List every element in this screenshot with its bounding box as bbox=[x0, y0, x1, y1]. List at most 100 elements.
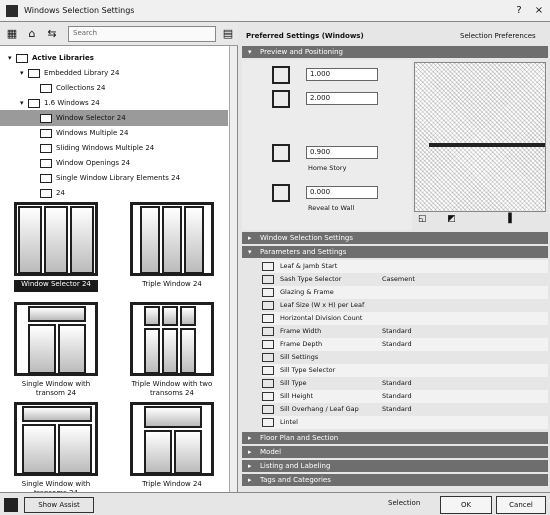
tree-item[interactable]: Single Window Library Elements 24 bbox=[0, 170, 228, 186]
library-icon[interactable]: ▦ bbox=[4, 26, 20, 42]
parameter-value[interactable]: Standard bbox=[382, 377, 412, 390]
selection-preferences-label: Selection Preferences bbox=[460, 32, 536, 40]
sill-field[interactable]: 0.900 bbox=[306, 146, 378, 159]
parameter-row[interactable]: Sill Type Standard bbox=[262, 377, 548, 390]
parameter-value[interactable]: Standard bbox=[382, 338, 412, 351]
thumbnail-label: Single Window with transom 24 bbox=[21, 380, 91, 397]
tree-item-label: 24 bbox=[56, 189, 65, 197]
parameter-row[interactable]: Horizontal Division Count bbox=[262, 312, 548, 325]
parameter-row[interactable]: Leaf Size (W x H) per Leaf bbox=[262, 299, 548, 312]
tree-item-label: Sliding Windows Multiple 24 bbox=[56, 144, 155, 152]
parameter-icon bbox=[262, 353, 274, 362]
parameter-value[interactable]: Standard bbox=[382, 390, 412, 403]
tree-scrollbar[interactable] bbox=[229, 46, 237, 198]
home-icon[interactable]: ⌂ bbox=[24, 26, 40, 42]
height-field[interactable]: 2.000 bbox=[306, 92, 378, 105]
tree-item-label: Collections 24 bbox=[56, 84, 106, 92]
parameter-row[interactable]: Leaf & Jamb Start bbox=[262, 260, 548, 273]
settings-section-header[interactable]: Model bbox=[242, 446, 548, 458]
settings-section-header[interactable]: Parameters and Settings bbox=[242, 246, 548, 258]
app-icon bbox=[6, 5, 18, 17]
tree-item[interactable]: Collections 24 bbox=[0, 80, 228, 96]
reveal-field[interactable]: 0.000 bbox=[306, 186, 378, 199]
thumbnail-label: Window Selector 24 bbox=[14, 280, 98, 292]
parameter-row[interactable]: Frame Depth Standard bbox=[262, 338, 548, 351]
tree-item[interactable]: ▾ Embedded Library 24 bbox=[0, 65, 228, 81]
settings-section-header[interactable]: Tags and Categories bbox=[242, 474, 548, 486]
parameter-value[interactable]: Standard bbox=[382, 403, 412, 416]
window-thumbnail[interactable]: Triple Window 24 bbox=[130, 402, 214, 489]
back-arrow-icon[interactable]: ⇆ bbox=[44, 26, 60, 42]
parameter-row[interactable]: Sill Overhang / Leaf Gap Standard bbox=[262, 403, 548, 416]
width-field[interactable]: 1.000 bbox=[306, 68, 378, 81]
expand-toggle-icon[interactable]: ▾ bbox=[20, 65, 28, 81]
mode-label: Selection bbox=[388, 499, 421, 507]
floor-label: Home Story bbox=[308, 164, 347, 172]
tree-item[interactable]: ▾ Active Libraries bbox=[0, 50, 228, 66]
tree-item-label: Embedded Library 24 bbox=[44, 69, 120, 77]
window-pane bbox=[162, 306, 178, 326]
cancel-button[interactable]: Cancel bbox=[496, 496, 546, 514]
folder-icon bbox=[16, 53, 28, 63]
parameter-icon bbox=[262, 366, 274, 375]
view-3d-icon[interactable]: ◩ bbox=[447, 214, 456, 224]
view-section-icon[interactable]: ▐ bbox=[505, 214, 512, 224]
tree-item[interactable]: ▾ 1.6 Windows 24 bbox=[0, 95, 228, 111]
window-thumbnail[interactable]: Single Window with transoms 24 bbox=[14, 402, 98, 498]
window-pane bbox=[184, 206, 204, 274]
parameter-name: Lintel bbox=[280, 418, 298, 426]
window-thumbnail[interactable]: Triple Window 24 bbox=[130, 202, 214, 289]
parameter-row[interactable]: Sill Height Standard bbox=[262, 390, 548, 403]
tree-item[interactable]: Windows Multiple 24 bbox=[0, 125, 228, 141]
settings-section-header[interactable]: Window Selection Settings bbox=[242, 232, 548, 244]
parameter-name: Glazing & Frame bbox=[280, 288, 334, 296]
parameter-row[interactable]: Lintel bbox=[262, 416, 548, 429]
folder-icon bbox=[40, 83, 52, 93]
parameter-row[interactable]: Glazing & Frame bbox=[262, 286, 548, 299]
settings-section-header[interactable]: Listing and Labeling bbox=[242, 460, 548, 472]
close-button[interactable]: × bbox=[532, 4, 546, 18]
window-preview-image bbox=[130, 202, 214, 276]
tree-item[interactable]: Sliding Windows Multiple 24 bbox=[0, 140, 228, 156]
search-input[interactable]: Search bbox=[68, 26, 216, 42]
show-assist-button[interactable]: Show Assist bbox=[24, 497, 94, 513]
parameter-row[interactable]: Sill Settings bbox=[262, 351, 548, 364]
parameter-name: Sill Overhang / Leaf Gap bbox=[280, 405, 359, 413]
library-tree: ▾ Active Libraries ▾ Embedded Library 24 Col… bbox=[0, 46, 238, 198]
folder-icon bbox=[40, 143, 52, 153]
parameter-name: Horizontal Division Count bbox=[280, 314, 363, 322]
tree-item[interactable]: Window Openings 24 bbox=[0, 155, 228, 171]
folder-icon bbox=[40, 113, 52, 123]
parameter-name: Sill Type bbox=[280, 379, 307, 387]
parameter-row[interactable]: Sill Type Selector bbox=[262, 364, 548, 377]
window-pane bbox=[58, 424, 92, 474]
tree-item-label: Window Openings 24 bbox=[56, 159, 131, 167]
view-2d-icon[interactable]: ◱ bbox=[418, 214, 427, 224]
parameter-name: Sash Type Selector bbox=[280, 275, 342, 283]
window-thumbnail[interactable]: Single Window with transom 24 bbox=[14, 302, 98, 398]
window-thumbnail[interactable]: Window Selector 24 bbox=[14, 202, 98, 292]
settings-section-header[interactable]: Floor Plan and Section bbox=[242, 432, 548, 444]
parameter-value[interactable]: Casement bbox=[382, 273, 415, 286]
window-pane bbox=[144, 306, 160, 326]
parameter-value[interactable]: Standard bbox=[382, 325, 412, 338]
window-pane bbox=[140, 206, 160, 274]
tree-item[interactable]: Window Selector 24 bbox=[0, 110, 228, 126]
help-button[interactable]: ? bbox=[512, 4, 526, 18]
ok-button[interactable]: OK bbox=[440, 496, 492, 514]
window-pane bbox=[174, 430, 202, 474]
expand-toggle-icon[interactable]: ▾ bbox=[8, 50, 16, 66]
window-pane bbox=[144, 430, 172, 474]
thumbnail-scrollbar[interactable] bbox=[229, 198, 237, 492]
settings-icon[interactable]: ▤ bbox=[220, 26, 236, 42]
parameter-icon bbox=[262, 340, 274, 349]
parameter-row[interactable]: Sash Type Selector Casement bbox=[262, 273, 548, 286]
preview-area bbox=[414, 62, 546, 212]
preferred-settings-label: Preferred Settings (Windows) bbox=[246, 32, 364, 40]
expand-toggle-icon[interactable]: ▾ bbox=[20, 95, 28, 111]
parameter-row[interactable]: Frame Width Standard bbox=[262, 325, 548, 338]
window-pane bbox=[44, 206, 68, 274]
section-preview[interactable]: Preview and Positioning bbox=[242, 46, 548, 58]
window-thumbnail[interactable]: Triple Window with two transoms 24 bbox=[130, 302, 214, 398]
window-preview-image bbox=[130, 302, 214, 376]
